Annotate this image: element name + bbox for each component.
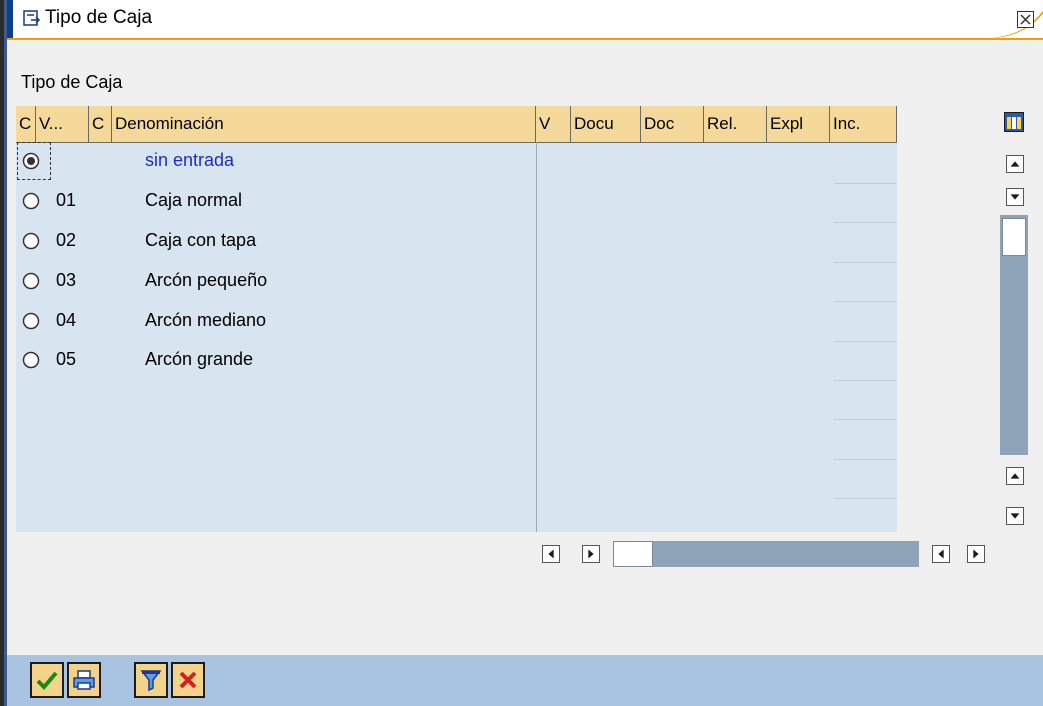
page-right-icon[interactable]	[967, 545, 985, 563]
grid-line	[834, 183, 897, 184]
grid-line	[834, 301, 897, 302]
grid-line	[834, 341, 897, 342]
radio-icon[interactable]	[22, 192, 40, 210]
cancel-icon	[179, 671, 197, 689]
column-header[interactable]: Docu	[571, 106, 641, 142]
page-up-icon[interactable]	[1006, 467, 1024, 485]
row-denomination: Arcón grande	[145, 349, 254, 369]
radio-icon[interactable]	[22, 312, 40, 330]
radio-icon[interactable]	[22, 272, 40, 290]
print-icon	[73, 670, 95, 690]
grid-line	[834, 498, 897, 499]
cancel-button[interactable]	[171, 662, 205, 698]
print-button[interactable]	[67, 662, 101, 698]
table-row[interactable]: 02 Caja con tapa	[16, 222, 536, 261]
table-row[interactable]: sin entrada	[16, 142, 536, 181]
group-label: Tipo de Caja	[21, 72, 123, 92]
dialog-icon	[23, 10, 41, 26]
title-accent	[7, 0, 13, 40]
column-header[interactable]: V...	[36, 106, 89, 142]
horizontal-scrollbar-track[interactable]	[613, 541, 919, 567]
column-header[interactable]: Expl	[767, 106, 830, 142]
grid-line	[834, 459, 897, 460]
row-denomination: Caja normal	[145, 190, 243, 210]
radio-icon[interactable]	[22, 232, 40, 250]
scroll-up-icon[interactable]	[1006, 155, 1024, 173]
column-header[interactable]: Denominación	[112, 106, 536, 142]
confirm-button[interactable]	[30, 662, 64, 698]
row-code: 05	[56, 349, 77, 369]
grid-line	[834, 262, 897, 263]
table-header: C V... C Denominación V Docu Doc Rel. Ex…	[16, 106, 897, 143]
horizontal-scrollbar-thumb[interactable]	[613, 541, 653, 567]
column-header[interactable]: Doc	[641, 106, 704, 142]
page-left-icon[interactable]	[932, 545, 950, 563]
row-denomination: Caja con tapa	[145, 230, 257, 250]
grid-line	[834, 419, 897, 420]
row-code: 02	[56, 230, 77, 250]
grid-line	[834, 222, 897, 223]
table-row[interactable]: 01 Caja normal	[16, 182, 536, 221]
filter-icon	[140, 670, 162, 692]
scroll-right-icon[interactable]	[582, 545, 600, 563]
grid-line	[834, 380, 897, 381]
close-icon[interactable]	[1017, 11, 1034, 28]
row-code: 04	[56, 310, 77, 330]
filter-button[interactable]	[134, 662, 168, 698]
row-denomination: Arcón pequeño	[145, 270, 268, 290]
column-header[interactable]: Rel.	[704, 106, 767, 142]
check-icon	[36, 671, 58, 690]
radio-selected-icon[interactable]	[22, 152, 40, 170]
column-header[interactable]: C	[89, 106, 112, 142]
column-header[interactable]: V	[536, 106, 571, 142]
scroll-left-icon[interactable]	[542, 545, 560, 563]
table-row[interactable]: 04 Arcón mediano	[16, 302, 536, 341]
row-denomination: Arcón mediano	[145, 310, 267, 330]
scroll-down-icon[interactable]	[1006, 188, 1024, 206]
table-row[interactable]: 03 Arcón pequeño	[16, 262, 536, 301]
title-bar: Tipo de Caja	[7, 0, 1043, 40]
column-settings-icon[interactable]	[1004, 112, 1024, 132]
page-down-icon[interactable]	[1006, 507, 1024, 525]
column-header[interactable]: Inc.	[830, 106, 897, 142]
table-row[interactable]: 05 Arcón grande	[16, 341, 536, 380]
window-title: Tipo de Caja	[45, 7, 153, 28]
column-header[interactable]: C	[16, 106, 36, 142]
row-code: 01	[56, 190, 77, 210]
vertical-scrollbar-thumb[interactable]	[1002, 218, 1026, 256]
row-denomination: sin entrada	[145, 150, 235, 170]
radio-icon[interactable]	[22, 351, 40, 369]
row-code: 03	[56, 270, 77, 290]
column-divider	[536, 142, 537, 532]
